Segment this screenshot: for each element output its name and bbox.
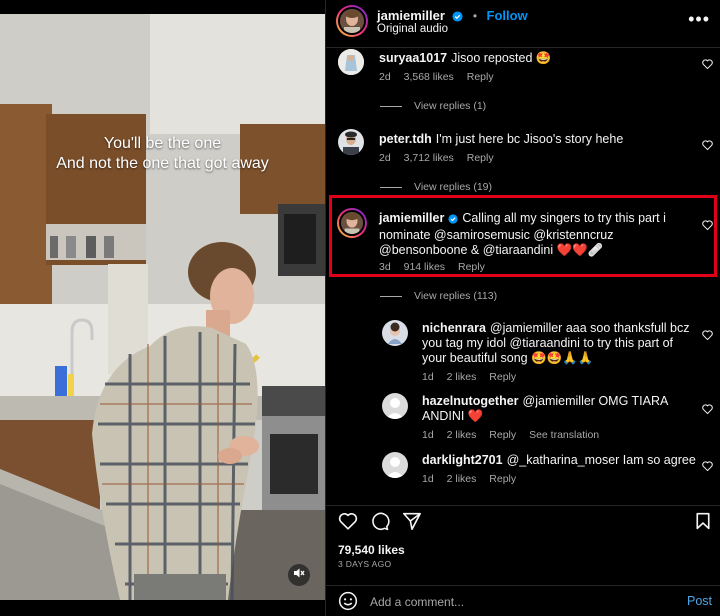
reply-button[interactable]: Reply — [489, 371, 516, 383]
view-replies-button[interactable]: View replies (113) — [380, 290, 497, 302]
comment-time: 2d — [379, 71, 391, 83]
reply-button[interactable]: Reply — [458, 261, 485, 273]
view-replies-button[interactable]: View replies (19) — [380, 181, 492, 193]
share-paper-plane-icon[interactable] — [402, 512, 422, 535]
view-replies-label: View replies (113) — [414, 290, 498, 302]
reply-time: 1d — [422, 429, 434, 441]
reply-button[interactable]: Reply — [467, 71, 494, 83]
reply-likes[interactable]: 2 likes — [447, 371, 477, 383]
comment-avatar[interactable] — [338, 49, 364, 75]
post-likes-count[interactable]: 79,540 likes — [338, 543, 405, 557]
post-timestamp: 3 DAYS AGO — [338, 559, 392, 569]
view-replies-button[interactable]: View replies (1) — [380, 100, 486, 112]
reply-text: @_katharina_moser Iam so agree — [506, 453, 696, 467]
like-heart-icon[interactable] — [338, 512, 358, 535]
comment-bubble-icon[interactable] — [370, 512, 390, 536]
emoji-icon[interactable] — [338, 591, 358, 616]
reply-meta: 1d 2 likes Reply — [422, 473, 526, 485]
reply-username[interactable]: nichenrara — [422, 321, 486, 335]
reply-username[interactable]: hazelnutogether — [422, 394, 519, 408]
post-header: jamiemiller • Follow Original audio ••• — [326, 0, 720, 48]
comment-time: 3d — [379, 261, 391, 273]
like-comment-heart-icon[interactable] — [702, 217, 713, 235]
more-options-button[interactable]: ••• — [688, 10, 710, 28]
reply-time: 1d — [422, 473, 434, 485]
comment-meta: 2d 3,712 likes Reply — [379, 152, 504, 164]
comment-meta: 3d 914 likes Reply — [379, 261, 495, 273]
comment-likes[interactable]: 3,712 likes — [404, 152, 454, 164]
comment-text: I'm just here bc Jisoo's story hehe — [435, 132, 624, 146]
like-reply-heart-icon[interactable] — [702, 401, 713, 419]
comment-username[interactable]: peter.tdh — [379, 132, 432, 146]
see-translation-button[interactable]: See translation — [529, 429, 599, 441]
mute-button[interactable] — [288, 564, 310, 586]
comment-meta: 2d 3,568 likes Reply — [379, 71, 504, 83]
post-panel: jamiemiller • Follow Original audio ••• … — [326, 0, 720, 616]
reply-body: hazelnutogether @jamiemiller OMG TIARA AN… — [422, 394, 697, 424]
separator-dot: • — [472, 9, 478, 23]
comment-input[interactable] — [370, 592, 670, 612]
comment-body: peter.tdh I'm just here bc Jisoo's story … — [379, 132, 679, 147]
comment-username[interactable]: jamiemiller — [379, 211, 444, 225]
comment-avatar[interactable] — [337, 208, 367, 238]
comment-time: 2d — [379, 152, 391, 164]
comment-body: jamiemiller Calling all my singers to try… — [379, 211, 689, 258]
verified-badge-icon — [448, 213, 458, 228]
add-comment-bar: Post — [326, 585, 720, 616]
like-reply-heart-icon[interactable] — [702, 327, 713, 345]
author-avatar[interactable] — [336, 5, 368, 37]
like-comment-heart-icon[interactable] — [702, 56, 713, 74]
reply-meta: 1d 2 likes Reply — [422, 371, 526, 383]
video-player[interactable]: You'll be the one And not the one that g… — [0, 0, 325, 616]
lyric-line-2: And not the one that got away — [56, 155, 269, 172]
comment-avatar[interactable] — [338, 129, 364, 155]
comment-text: Jisoo reposted 🤩 — [451, 51, 552, 65]
comment-likes[interactable]: 3,568 likes — [404, 71, 454, 83]
reply-body: nichenrara @jamiemiller aaa soo thanksful… — [422, 321, 697, 366]
reply-time: 1d — [422, 371, 434, 383]
post-action-bar — [326, 505, 720, 535]
comment-body: suryaa1017 Jisoo reposted 🤩 — [379, 51, 679, 66]
default-avatar-icon[interactable] — [382, 393, 408, 419]
more-icon: ••• — [688, 9, 710, 29]
reply-button[interactable]: Reply — [489, 429, 516, 441]
reply-meta: 1d 2 likes Reply See translation — [422, 429, 609, 441]
reply-username[interactable]: darklight2701 — [422, 453, 503, 467]
verified-badge-icon — [452, 9, 463, 27]
lyric-line-1: You'll be the one — [103, 135, 222, 152]
reply-avatar[interactable] — [382, 320, 408, 346]
author-username[interactable]: jamiemiller — [377, 8, 445, 23]
audio-link[interactable]: Original audio — [377, 23, 448, 35]
like-comment-heart-icon[interactable] — [702, 137, 713, 155]
reply-button[interactable]: Reply — [489, 473, 516, 485]
reply-button[interactable]: Reply — [467, 152, 494, 164]
view-replies-label: View replies (19) — [414, 181, 493, 193]
follow-button[interactable]: Follow — [487, 8, 528, 23]
video-lyrics-overlay: You'll be the one And not the one that g… — [0, 134, 325, 174]
post-comment-button[interactable]: Post — [687, 594, 712, 608]
save-bookmark-icon[interactable] — [695, 512, 711, 535]
video-frame — [0, 14, 325, 600]
speaker-muted-icon — [293, 566, 305, 584]
reply-likes[interactable]: 2 likes — [447, 429, 477, 441]
comment-likes[interactable]: 914 likes — [404, 261, 445, 273]
reply-body: darklight2701 @_katharina_moser Iam so ag… — [422, 453, 697, 468]
reply-likes[interactable]: 2 likes — [447, 473, 477, 485]
default-avatar-icon[interactable] — [382, 452, 408, 478]
like-reply-heart-icon[interactable] — [702, 458, 713, 476]
comments-list[interactable]: suryaa1017 Jisoo reposted 🤩 2d 3,568 like… — [326, 49, 720, 499]
comment-username[interactable]: suryaa1017 — [379, 51, 447, 65]
view-replies-label: View replies (1) — [414, 100, 487, 112]
